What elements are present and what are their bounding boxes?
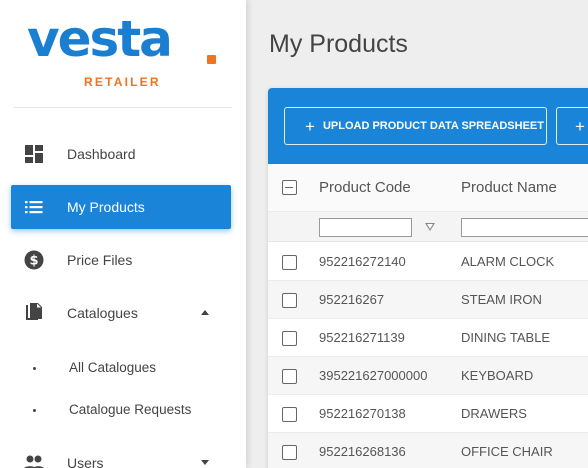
select-all-checkbox[interactable] [282,180,297,195]
row-checkbox[interactable] [282,331,297,346]
sidebar-item-users[interactable]: Users [11,441,231,468]
table-row[interactable]: 952216272140 ALARM CLOCK [268,243,588,281]
bullet-icon [33,409,36,412]
page-title: My Products [269,30,408,58]
product-code-cell: 952216270138 [319,406,406,421]
product-name-cell: DINING TABLE [461,330,551,345]
sidebar-subitem-all-catalogues[interactable]: All Catalogues [11,350,231,386]
row-checkbox[interactable] [282,445,297,460]
sidebar-subitem-catalogue-requests[interactable]: Catalogue Requests [11,392,231,428]
people-icon [23,452,45,468]
row-checkbox[interactable] [282,407,297,422]
list-icon [23,196,45,218]
upload-spreadsheet-button[interactable]: + UPLOAD PRODUCT DATA SPREADSHEET [284,107,547,145]
sidebar-item-price-files[interactable]: $ Price Files [11,238,231,282]
product-name-cell: KEYBOARD [461,368,534,383]
table-row[interactable]: 395221627000000 KEYBOARD [268,357,588,395]
sidebar-item-label: Price Files [67,252,133,268]
filter-icon[interactable] [425,223,435,231]
sidebar-item-catalogues[interactable]: Catalogues [11,291,231,335]
chevron-down-icon[interactable] [201,460,209,465]
logo-subtitle: RETAILER [84,75,161,89]
bullet-icon [33,367,36,370]
sidebar-item-dashboard[interactable]: Dashboard [11,132,231,176]
file-copy-icon [23,302,45,324]
product-name-cell: OFFICE CHAIR [461,444,553,459]
table-row[interactable]: 952216268136 OFFICE CHAIR [268,433,588,468]
sidebar-subitem-label: All Catalogues [69,360,157,375]
sidebar-item-label: My Products [67,199,145,215]
svg-text:$: $ [29,254,38,269]
table-row[interactable]: 952216267 STEAM IRON [268,281,588,319]
product-code-filter-input[interactable] [319,218,412,237]
product-code-cell: 952216268136 [319,444,406,459]
product-name-cell: STEAM IRON [461,292,542,307]
logo-dot [207,55,216,64]
sidebar-item-my-products[interactable]: My Products [11,185,231,229]
products-card: + UPLOAD PRODUCT DATA SPREADSHEET + Prod… [268,88,588,468]
sidebar-subitem-label: Catalogue Requests [69,402,192,417]
sidebar: vesta RETAILER Dashboard My Products $ P… [0,0,246,468]
chevron-up-icon[interactable] [201,310,209,315]
filter-row [268,212,588,242]
product-name-cell: DRAWERS [461,406,527,421]
table-row[interactable]: 952216271139 DINING TABLE [268,319,588,357]
product-name-filter-input[interactable] [461,218,588,237]
product-code-cell: 952216271139 [319,330,405,345]
dollar-icon: $ [23,249,45,271]
product-code-cell: 952216267 [319,292,385,307]
logo-wordmark: vesta [27,10,173,68]
sidebar-item-label: Users [67,455,104,468]
dashboard-icon [23,143,45,165]
table-row[interactable]: 952216270138 DRAWERS [268,395,588,433]
row-checkbox[interactable] [282,369,297,384]
vesta-logo[interactable]: vesta RETAILER [27,14,219,94]
product-name-cell: ALARM CLOCK [461,254,555,269]
add-button[interactable]: + [556,107,588,145]
plus-icon: + [305,116,315,136]
row-checkbox[interactable] [282,293,297,308]
sidebar-divider [14,107,232,108]
sidebar-item-label: Catalogues [67,305,138,321]
product-code-cell: 395221627000000 [319,368,428,383]
column-header-product-name[interactable]: Product Name [461,179,557,196]
row-checkbox[interactable] [282,255,297,270]
column-header-product-code[interactable]: Product Code [319,179,411,196]
product-code-cell: 952216272140 [319,254,406,269]
upload-spreadsheet-label: UPLOAD PRODUCT DATA SPREADSHEET [322,120,544,132]
table-toolbar: + UPLOAD PRODUCT DATA SPREADSHEET + [268,88,588,164]
plus-icon: + [575,116,585,136]
sidebar-item-label: Dashboard [67,146,136,162]
table-header: Product Code Product Name [268,164,588,212]
